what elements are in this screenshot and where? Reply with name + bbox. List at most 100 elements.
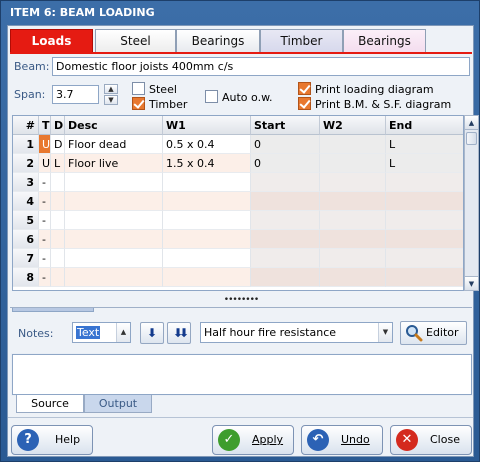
cell-w1[interactable] bbox=[163, 268, 251, 287]
notes-template-select[interactable]: Half hour fire resistance ▼ bbox=[200, 322, 393, 343]
cell-duration[interactable] bbox=[51, 268, 65, 287]
cell-end[interactable] bbox=[386, 249, 463, 268]
cell-type[interactable]: U bbox=[39, 135, 51, 154]
table-row[interactable]: 4- bbox=[13, 192, 463, 211]
print-loading-checkbox-box[interactable] bbox=[298, 82, 311, 95]
cell-end[interactable] bbox=[386, 211, 463, 230]
cell-end[interactable] bbox=[386, 192, 463, 211]
cell-type[interactable]: - bbox=[39, 249, 51, 268]
cell-type[interactable]: - bbox=[39, 268, 51, 287]
cell-type[interactable]: - bbox=[39, 192, 51, 211]
table-row[interactable]: 3- bbox=[13, 173, 463, 192]
cell-end[interactable]: L bbox=[386, 154, 463, 173]
cell-duration[interactable]: D bbox=[51, 135, 65, 154]
cell-desc[interactable]: Floor dead bbox=[65, 135, 163, 154]
cell-end[interactable]: L bbox=[386, 135, 463, 154]
cell-w2[interactable] bbox=[320, 173, 386, 192]
cell-w1[interactable] bbox=[163, 192, 251, 211]
cell-type[interactable]: - bbox=[39, 211, 51, 230]
print-loading-checkbox[interactable]: Print loading diagram bbox=[298, 82, 434, 96]
table-row[interactable]: 6- bbox=[13, 230, 463, 249]
move-bottom-button[interactable]: ⬇⬇ bbox=[167, 322, 191, 344]
cell-start[interactable] bbox=[251, 268, 320, 287]
cell-desc[interactable] bbox=[65, 268, 163, 287]
cell-desc[interactable] bbox=[65, 249, 163, 268]
cell-desc[interactable]: Floor live bbox=[65, 154, 163, 173]
cell-type[interactable]: U bbox=[39, 154, 51, 173]
cell-desc[interactable] bbox=[65, 211, 163, 230]
span-up-button[interactable]: ▲ bbox=[104, 84, 118, 94]
cell-end[interactable] bbox=[386, 268, 463, 287]
notes-type-select[interactable]: Text ▲ bbox=[72, 322, 131, 343]
cell-w2[interactable] bbox=[320, 268, 386, 287]
cell-duration[interactable] bbox=[51, 211, 65, 230]
beam-description-field[interactable]: Domestic floor joists 400mm c/s bbox=[52, 57, 470, 76]
timber-checkbox-box[interactable] bbox=[132, 97, 145, 110]
cell-duration[interactable] bbox=[51, 249, 65, 268]
cell-w1[interactable] bbox=[163, 211, 251, 230]
table-row[interactable]: 5- bbox=[13, 211, 463, 230]
cell-w1[interactable] bbox=[163, 249, 251, 268]
apply-button[interactable]: ✓ Apply bbox=[212, 425, 294, 455]
auto-ow-checkbox[interactable]: Auto o.w. bbox=[205, 90, 273, 104]
undo-button[interactable]: ↶ Undo bbox=[301, 425, 383, 455]
move-down-button[interactable]: ⬇ bbox=[140, 322, 164, 344]
cell-w2[interactable] bbox=[320, 249, 386, 268]
timber-checkbox[interactable]: Timber bbox=[132, 97, 187, 111]
scroll-down-button[interactable]: ▼ bbox=[465, 276, 478, 290]
cell-end[interactable] bbox=[386, 173, 463, 192]
cell-start[interactable] bbox=[251, 173, 320, 192]
auto-ow-checkbox-box[interactable] bbox=[205, 90, 218, 103]
steel-checkbox[interactable]: Steel bbox=[132, 82, 177, 96]
table-row[interactable]: 7- bbox=[13, 249, 463, 268]
cell-w2[interactable] bbox=[320, 192, 386, 211]
print-bm-checkbox[interactable]: Print B.M. & S.F. diagram bbox=[298, 97, 451, 111]
tab-timber-bearings[interactable]: Bearings bbox=[343, 29, 426, 53]
cell-duration[interactable]: L bbox=[51, 154, 65, 173]
cell-type[interactable]: - bbox=[39, 173, 51, 192]
cell-start[interactable]: 0 bbox=[251, 135, 320, 154]
cell-duration[interactable] bbox=[51, 192, 65, 211]
cell-desc[interactable] bbox=[65, 192, 163, 211]
table-row[interactable]: 2 U L Floor live 1.5 x 0.4 0 L bbox=[13, 154, 463, 173]
cell-end[interactable] bbox=[386, 230, 463, 249]
cell-w1[interactable]: 1.5 x 0.4 bbox=[163, 154, 251, 173]
cell-start[interactable] bbox=[251, 249, 320, 268]
grid-scrollbar[interactable]: ▲ ▼ bbox=[464, 115, 479, 291]
cell-w2[interactable] bbox=[320, 211, 386, 230]
cell-w1[interactable] bbox=[163, 173, 251, 192]
cell-w2[interactable] bbox=[320, 154, 386, 173]
tab-steel[interactable]: Steel bbox=[95, 29, 176, 53]
table-row[interactable]: 1 U D Floor dead 0.5 x 0.4 0 L bbox=[13, 135, 463, 154]
scroll-thumb[interactable] bbox=[466, 132, 477, 145]
cell-w2[interactable] bbox=[320, 135, 386, 154]
cell-duration[interactable] bbox=[51, 230, 65, 249]
splitter-handle[interactable]: •••••••• bbox=[10, 296, 472, 308]
span-down-button[interactable]: ▼ bbox=[104, 95, 118, 105]
cell-duration[interactable] bbox=[51, 173, 65, 192]
cell-start[interactable] bbox=[251, 230, 320, 249]
tab-output[interactable]: Output bbox=[84, 395, 152, 413]
cell-type[interactable]: - bbox=[39, 230, 51, 249]
editor-button[interactable]: Editor bbox=[400, 321, 467, 345]
cell-desc[interactable] bbox=[65, 173, 163, 192]
notes-type-arrow-icon[interactable]: ▲ bbox=[116, 323, 130, 342]
cell-w1[interactable] bbox=[163, 230, 251, 249]
cell-w1[interactable]: 0.5 x 0.4 bbox=[163, 135, 251, 154]
cell-start[interactable] bbox=[251, 192, 320, 211]
table-row[interactable]: 8- bbox=[13, 268, 463, 287]
tab-steel-bearings[interactable]: Bearings bbox=[176, 29, 260, 53]
tab-loads[interactable]: Loads bbox=[10, 29, 93, 53]
span-field[interactable]: 3.7 bbox=[52, 85, 99, 104]
scroll-up-button[interactable]: ▲ bbox=[465, 116, 478, 130]
cell-w2[interactable] bbox=[320, 230, 386, 249]
cell-desc[interactable] bbox=[65, 230, 163, 249]
tab-source[interactable]: Source bbox=[16, 395, 84, 413]
cell-start[interactable]: 0 bbox=[251, 154, 320, 173]
close-button[interactable]: ✕ Close bbox=[390, 425, 472, 455]
help-button[interactable]: ? Help bbox=[11, 425, 93, 455]
notes-template-arrow-icon[interactable]: ▼ bbox=[378, 323, 392, 342]
notes-text-area[interactable] bbox=[11, 353, 473, 396]
steel-checkbox-box[interactable] bbox=[132, 82, 145, 95]
cell-start[interactable] bbox=[251, 211, 320, 230]
